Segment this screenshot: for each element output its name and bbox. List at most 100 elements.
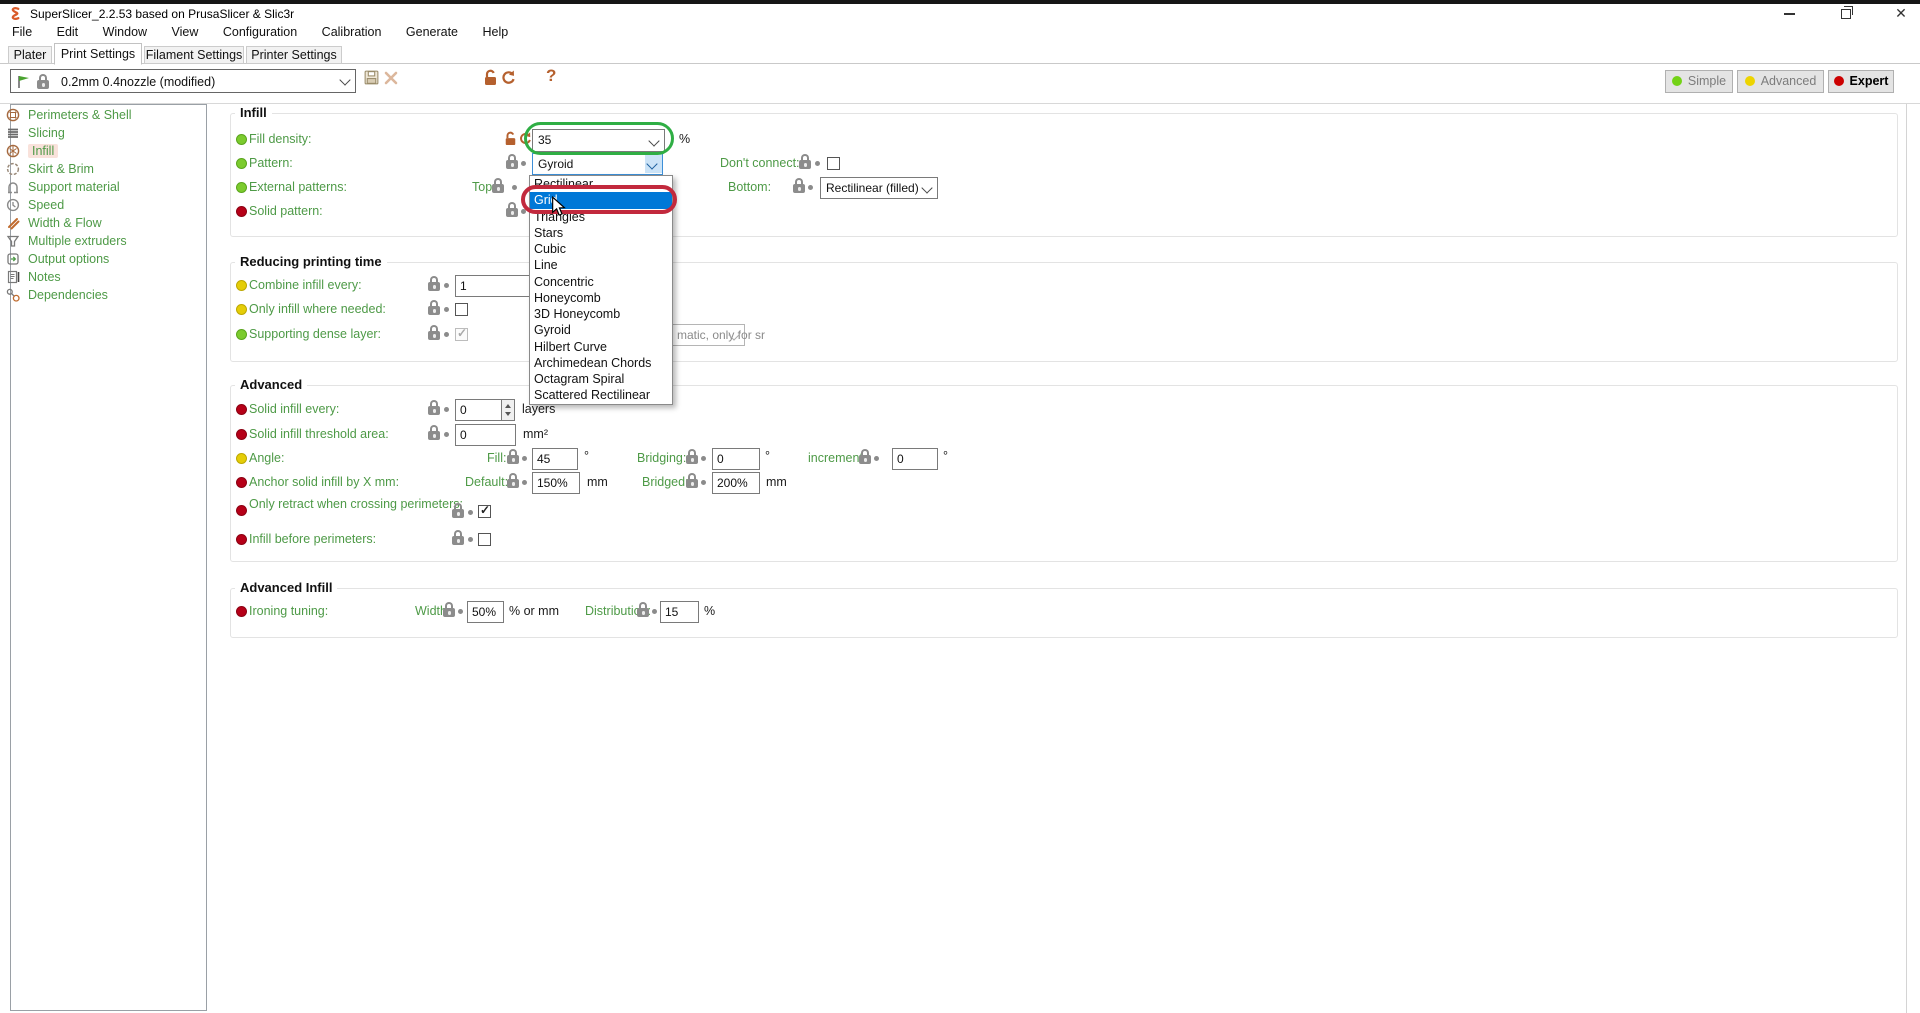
lock-icon[interactable] [686, 473, 698, 488]
app-logo-icon [8, 6, 23, 21]
sidebar-item-perimeters[interactable]: Perimeters & Shell [5, 106, 132, 124]
lock-icon[interactable] [428, 276, 440, 291]
lock-icon[interactable] [507, 473, 519, 488]
advanced-dot-icon [1745, 76, 1755, 86]
sidebar-item-infill[interactable]: Infill [5, 142, 58, 160]
annotation-green-ring [524, 122, 674, 155]
lock-icon[interactable] [637, 602, 649, 617]
lock-icon[interactable] [686, 449, 698, 464]
unlock-icon[interactable] [504, 130, 517, 147]
separator-dot [512, 185, 517, 190]
dropdown-item[interactable]: Stars [530, 225, 672, 241]
tab-filament-settings[interactable]: Filament Settings [144, 46, 244, 64]
menu-item-calibration[interactable]: Calibration [312, 22, 392, 42]
lock-icon[interactable] [428, 425, 440, 440]
sidebar-item-width-flow[interactable]: Width & Flow [5, 214, 102, 232]
angle-increment-input[interactable] [892, 448, 938, 470]
external-patterns-label: External patterns: [249, 180, 347, 194]
separator-dot [444, 283, 449, 288]
lock-icon[interactable] [452, 530, 464, 545]
dropdown-item[interactable]: Concentric [530, 274, 672, 290]
anchor-bridged-input[interactable] [712, 472, 760, 494]
restore-button[interactable] [1828, 4, 1862, 22]
unlock-all-button[interactable] [483, 68, 498, 87]
menu-item-help[interactable]: Help [472, 22, 518, 42]
sidebar-item-support[interactable]: Support material [5, 178, 120, 196]
minimize-button[interactable] [1772, 4, 1806, 22]
menu-item-generate[interactable]: Generate [396, 22, 468, 42]
option-level-dot [236, 134, 247, 145]
bottom-pattern-combobox[interactable]: Rectilinear (filled) [820, 177, 938, 199]
ironing-width-input[interactable] [467, 601, 504, 623]
lock-icon[interactable] [793, 178, 805, 193]
angle-label: Angle: [249, 451, 284, 465]
angle-bridging-input[interactable] [712, 448, 760, 470]
sidebar-item-dependencies[interactable]: Dependencies [5, 286, 108, 304]
menu-item-configuration[interactable]: Configuration [213, 22, 307, 42]
dropdown-item[interactable]: Gyroid [530, 322, 672, 338]
sidebar-item-output-options[interactable]: Output options [5, 250, 109, 268]
solid-infill-every-input[interactable] [455, 399, 502, 421]
solid-infill-threshold-input[interactable] [455, 424, 516, 446]
only-retract-checkbox[interactable] [478, 505, 491, 518]
sidebar-item-skirt[interactable]: Skirt & Brim [5, 160, 94, 178]
sidebar-item-multiple-extruders[interactable]: Multiple extruders [5, 232, 127, 250]
sidebar-item-notes[interactable]: Notes [5, 268, 61, 286]
dropdown-item[interactable]: Honeycomb [530, 290, 672, 306]
lock-icon[interactable] [428, 400, 440, 415]
tab-plater[interactable]: Plater [8, 46, 52, 64]
spinner-arrows[interactable] [501, 399, 515, 421]
dropdown-item[interactable]: Cubic [530, 241, 672, 257]
menu-item-view[interactable]: View [162, 22, 209, 42]
combine-infill-input[interactable] [455, 275, 531, 297]
delete-preset-button[interactable] [383, 70, 399, 86]
lock-icon[interactable] [452, 503, 464, 518]
lock-icon[interactable] [443, 602, 455, 617]
mode-simple-button[interactable]: Simple [1665, 70, 1733, 93]
ironing-tuning-label: Ironing tuning: [249, 604, 328, 618]
lock-icon[interactable] [492, 178, 504, 193]
section-title: Infill [235, 105, 272, 120]
lock-icon[interactable] [799, 154, 811, 169]
lock-icon[interactable] [428, 300, 440, 315]
close-button[interactable]: ✕ [1884, 4, 1918, 22]
tab-print-settings[interactable]: Print Settings [54, 43, 142, 65]
infill-before-checkbox[interactable] [478, 533, 491, 546]
preset-value: 0.2mm 0.4nozzle (modified) [61, 75, 215, 89]
mode-expert-button[interactable]: Expert [1828, 70, 1894, 93]
lock-icon[interactable] [507, 449, 519, 464]
anchor-default-input[interactable] [532, 472, 580, 494]
solid-infill-every-label: Solid infill every: [249, 402, 339, 416]
dropdown-item[interactable]: Octagram Spiral [530, 371, 672, 387]
undo-all-icon[interactable] [500, 69, 516, 86]
dropdown-item[interactable]: Hilbert Curve [530, 339, 672, 355]
lock-icon[interactable] [506, 202, 518, 217]
preset-combobox[interactable]: 0.2mm 0.4nozzle (modified) [10, 69, 356, 93]
dropdown-item[interactable]: Archimedean Chords [530, 355, 672, 371]
dropdown-item[interactable]: Scattered Rectilinear [530, 387, 672, 403]
only-infill-where-needed-checkbox[interactable] [455, 303, 468, 316]
lock-icon[interactable] [506, 154, 518, 169]
dropdown-item[interactable]: Line [530, 257, 672, 273]
tab-printer-settings[interactable]: Printer Settings [246, 46, 342, 64]
menu-item-window[interactable]: Window [93, 22, 157, 42]
ironing-distribution-input[interactable] [660, 601, 699, 623]
help-icon[interactable]: ? [546, 66, 556, 86]
menu-item-edit[interactable]: Edit [47, 22, 89, 42]
menu-item-file[interactable]: File [2, 22, 42, 42]
sidebar-item-speed[interactable]: Speed [5, 196, 64, 214]
expert-dot-icon [1834, 76, 1844, 86]
degree-unit: ° [765, 449, 770, 463]
dropdown-item[interactable]: 3D Honeycomb [530, 306, 672, 322]
separator-dot [444, 332, 449, 337]
lock-icon[interactable] [859, 449, 871, 464]
angle-fill-input[interactable] [532, 448, 578, 470]
solid-infill-threshold-label: Solid infill threshold area: [249, 427, 389, 441]
dont-connect-checkbox[interactable] [827, 157, 840, 170]
separator-dot [522, 480, 527, 485]
mode-advanced-button[interactable]: Advanced [1737, 70, 1824, 93]
save-preset-button[interactable] [363, 69, 380, 86]
sidebar-item-slicing[interactable]: Slicing [5, 124, 65, 142]
lock-icon[interactable] [428, 325, 440, 340]
pattern-combobox[interactable]: Gyroid [532, 153, 663, 175]
